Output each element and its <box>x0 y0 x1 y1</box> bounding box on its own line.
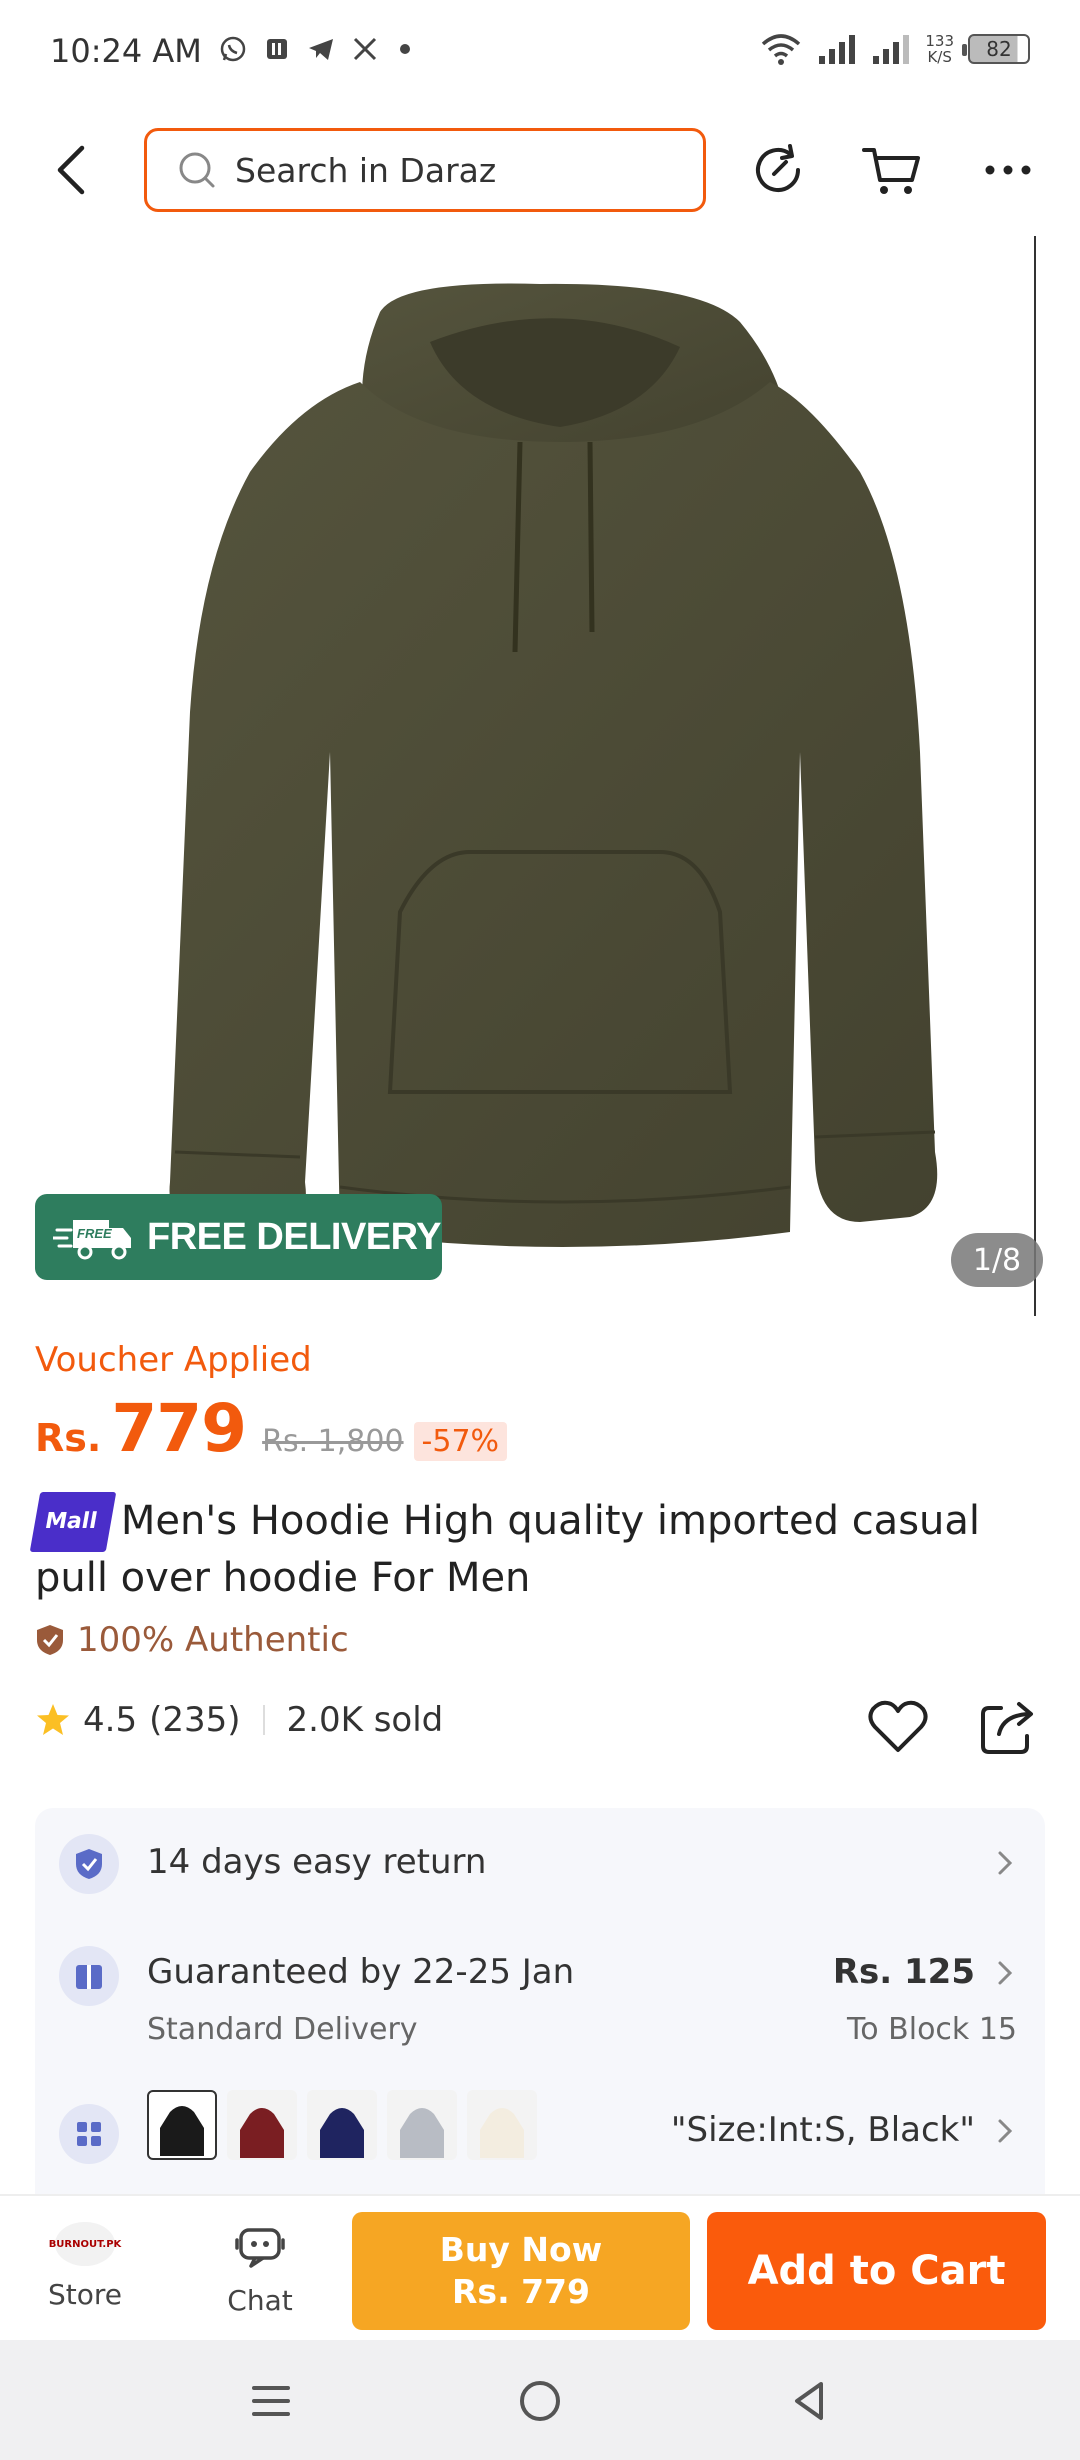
buy-now-price: Rs. 779 <box>452 2272 590 2311</box>
buy-now-button[interactable]: Buy Now Rs. 779 <box>352 2212 690 2330</box>
free-delivery-label: FREE DELIVERY <box>147 1215 442 1258</box>
chat-bot-icon <box>235 2228 285 2268</box>
wifi-icon <box>762 34 801 65</box>
back-triangle-icon[interactable] <box>785 2376 835 2426</box>
return-shield-icon <box>59 1834 119 1894</box>
return-policy-label: 14 days easy return <box>147 1842 487 1882</box>
return-policy-row[interactable]: 14 days easy return <box>35 1808 1045 1918</box>
chevron-right-icon <box>998 2119 1013 2143</box>
price-row: Rs. 779 Rs. 1,800 -57% <box>35 1390 508 1467</box>
share-icon[interactable] <box>975 1694 1041 1760</box>
original-price: Rs. 1,800 <box>262 1424 404 1459</box>
selected-variant: "Size:Int:S, Black" <box>670 2110 975 2150</box>
product-title: Men's Hoodie High quality imported casua… <box>35 1498 981 1601</box>
swatch-grey[interactable] <box>387 2090 457 2160</box>
color-swatches <box>147 2090 537 2160</box>
system-indicators: 133 K/S 82 <box>759 32 1030 66</box>
product-image-gallery[interactable] <box>0 232 1080 1312</box>
authentic-label: 100% Authentic <box>77 1620 349 1660</box>
top-nav: Search in Daraz <box>0 120 1080 220</box>
more-notifications-dot <box>400 44 410 54</box>
whatsapp-icon <box>220 36 246 62</box>
package-icon <box>59 1946 119 2006</box>
search-placeholder: Search in Daraz <box>235 150 497 190</box>
divider <box>262 1705 265 1735</box>
star-icon <box>37 1704 69 1735</box>
delivery-type: Standard Delivery <box>147 2012 418 2047</box>
shield-check-icon <box>37 1625 63 1655</box>
rating-value: 4.5 <box>83 1700 138 1740</box>
system-navigation-bar <box>0 2340 1080 2460</box>
chevron-right-icon <box>998 1851 1013 1875</box>
chevron-right-icon <box>998 1961 1013 1985</box>
battery-icon: 82 <box>962 34 1030 64</box>
notification-icons <box>218 34 410 64</box>
recent-apps-icon[interactable] <box>246 2376 296 2426</box>
back-arrow-icon[interactable] <box>48 142 98 198</box>
swatch-black[interactable] <box>147 2090 217 2160</box>
signal-icon <box>819 35 856 64</box>
search-icon <box>179 152 215 188</box>
delivery-row[interactable]: Guaranteed by 22-25 Jan Standard Deliver… <box>35 1918 1045 2078</box>
status-bar: 10:24 AM 133 K/S 82 <box>0 0 1080 110</box>
free-small-label: FREE <box>77 1226 112 1241</box>
add-to-cart-button[interactable]: Add to Cart <box>707 2212 1046 2330</box>
variants-grid-icon <box>59 2104 119 2164</box>
product-title-block: Mall Men's Hoodie High quality imported c… <box>29 1492 1045 1604</box>
more-options-icon[interactable] <box>976 138 1040 202</box>
mall-tag: Mall <box>29 1492 117 1552</box>
swatch-cream[interactable] <box>467 2090 537 2160</box>
network-speed-unit: K/S <box>927 48 952 66</box>
network-speed-value: 133 <box>925 32 954 50</box>
swatch-navy[interactable] <box>307 2090 377 2160</box>
rating-row[interactable]: 4.5 (235) 2.0K sold <box>35 1700 443 1740</box>
heart-icon[interactable] <box>865 1694 931 1760</box>
store-label: Store <box>47 2278 122 2311</box>
discount-badge: -57% <box>413 1422 508 1461</box>
delivery-guarantee: Guaranteed by 22-25 Jan <box>147 1952 575 1992</box>
network-speed: 133 K/S <box>925 33 954 65</box>
signal-icon-2 <box>873 35 910 64</box>
sold-count: 2.0K sold <box>286 1700 444 1740</box>
history-icon[interactable] <box>746 138 810 202</box>
cart-icon[interactable] <box>860 138 924 202</box>
variant-row[interactable]: "Size:Int:S, Black" <box>35 2090 1045 2180</box>
chat-label: Chat <box>227 2284 293 2317</box>
delivery-truck-icon: FREE <box>53 1220 131 1260</box>
app-icon <box>267 39 287 59</box>
image-counter: 1/8 <box>951 1233 1043 1287</box>
price-currency: Rs. <box>35 1416 102 1460</box>
swatch-maroon[interactable] <box>227 2090 297 2160</box>
gallery-scrollbar <box>1034 236 1036 1316</box>
buy-now-label: Buy Now <box>439 2230 603 2269</box>
review-count: (235) <box>149 1700 241 1740</box>
store-button[interactable]: BURNOUT.PK Store <box>40 2222 130 2311</box>
authentic-badge: 100% Authentic <box>35 1620 349 1660</box>
x-icon <box>353 37 377 61</box>
store-logo: BURNOUT.PK <box>49 2222 121 2266</box>
search-input[interactable]: Search in Daraz <box>144 128 706 212</box>
bottom-action-bar: BURNOUT.PK Store Chat Buy Now Rs. 779 Ad… <box>0 2194 1080 2340</box>
home-icon[interactable] <box>515 2376 565 2426</box>
delivery-fee: Rs. 125 <box>832 1952 975 1992</box>
current-price: 779 <box>111 1390 247 1467</box>
voucher-applied-label: Voucher Applied <box>35 1340 312 1380</box>
free-delivery-badge: FREE FREE DELIVERY <box>35 1194 442 1280</box>
delivery-location: To Block 15 <box>847 2012 1017 2047</box>
status-time: 10:24 AM <box>50 32 202 70</box>
telegram-icon <box>309 39 333 60</box>
chat-button[interactable]: Chat <box>210 2222 310 2317</box>
product-image <box>169 283 938 1247</box>
